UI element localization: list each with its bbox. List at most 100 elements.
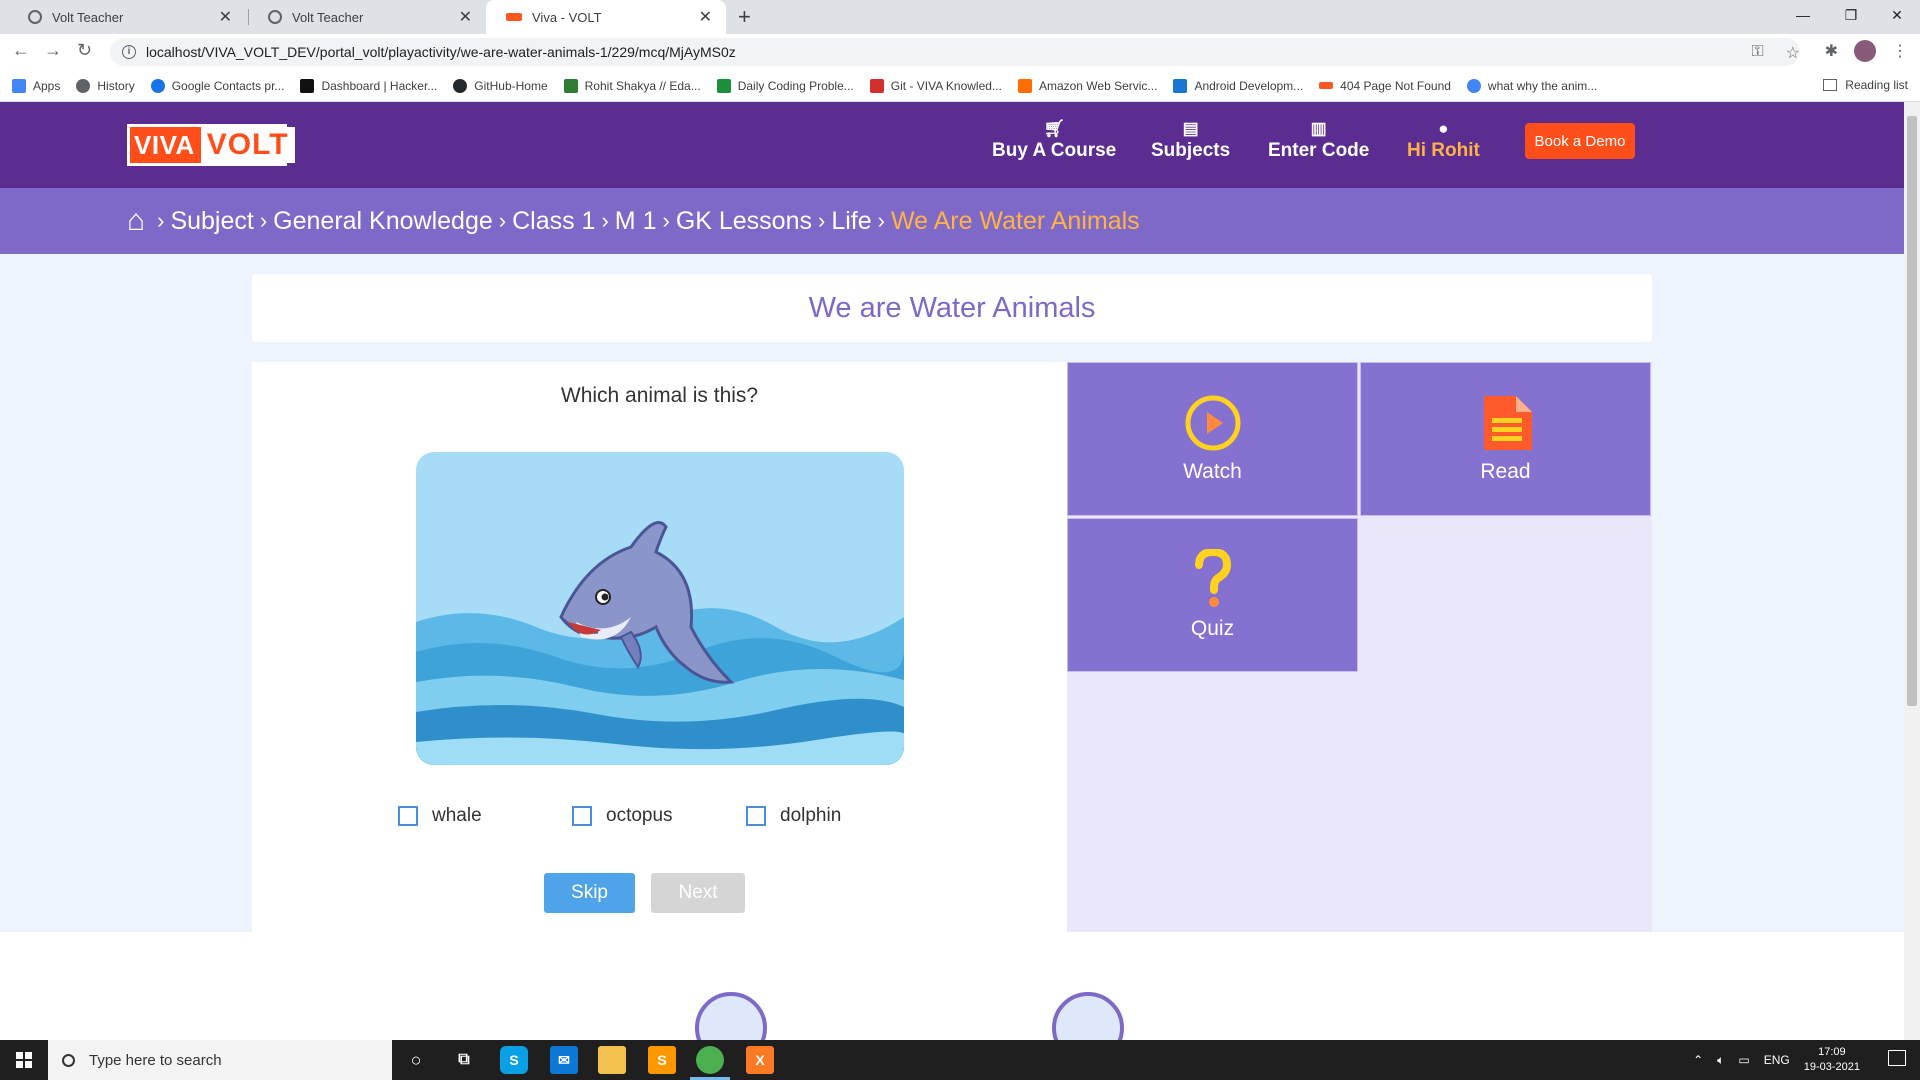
taskbar: Type here to search ○ ⧉ S ✉ S X ⌃ 🔈︎ ▭ E… xyxy=(0,1040,1920,1080)
bookmark-item[interactable]: GitHub-Home xyxy=(453,78,548,93)
cortana-icon[interactable]: ○ xyxy=(402,1046,430,1074)
book-icon: ▤ xyxy=(1182,119,1199,138)
globe-icon xyxy=(268,10,282,24)
date-text: 19-03-2021 xyxy=(1803,1061,1860,1073)
close-tab-icon[interactable]: ✕ xyxy=(219,7,232,27)
bookmark-history[interactable]: History xyxy=(76,78,135,93)
logo-viva-text: VIVA xyxy=(134,129,195,160)
address-bar-row: ← → ↻ i localhost/VIVA_VOLT_DEV/portal_v… xyxy=(0,34,1920,70)
bookmark-item[interactable]: 404 Page Not Found xyxy=(1319,79,1451,93)
mail-icon[interactable]: ✉ xyxy=(550,1046,578,1074)
breadcrumb: ⌂ › Subject › General Knowledge › Class 1 ›… xyxy=(0,188,1904,254)
nav-subjects[interactable]: ▤ Subjects xyxy=(1151,118,1230,162)
browser-tab-bar: Volt Teacher ✕ Volt Teacher ✕ Viva - VOL… xyxy=(0,0,1920,34)
barcode-icon: ▥ xyxy=(1310,119,1327,138)
google-icon xyxy=(1466,78,1481,93)
quiz-panel: Which animal is this? whale octopus dolp… xyxy=(252,362,1067,932)
chevron-up-icon[interactable]: ⌃ xyxy=(1693,1053,1703,1067)
breadcrumb-item[interactable]: Class 1 xyxy=(512,207,595,236)
bookmark-apps[interactable]: Apps xyxy=(12,78,60,93)
browser-tab[interactable]: Volt Teacher ✕ xyxy=(248,0,486,34)
breadcrumb-item[interactable]: General Knowledge xyxy=(273,207,493,236)
sublime-icon[interactable]: S xyxy=(648,1046,676,1074)
next-button[interactable]: Next xyxy=(651,873,745,913)
task-view-icon[interactable]: ⧉ xyxy=(450,1046,478,1074)
aws-icon xyxy=(1017,78,1032,93)
android-icon xyxy=(1173,78,1188,93)
browser-tab-active[interactable]: Viva - VOLT ✕ xyxy=(486,0,726,34)
bookmark-item[interactable]: Dashboard | Hacker... xyxy=(300,78,437,93)
breadcrumb-item[interactable]: GK Lessons xyxy=(676,207,812,236)
back-icon[interactable]: ← xyxy=(12,40,30,61)
volume-icon[interactable]: 🔈︎ xyxy=(1717,1053,1724,1068)
skype-icon[interactable]: S xyxy=(500,1046,528,1074)
scrollbar-thumb[interactable] xyxy=(1907,116,1917,706)
key-icon[interactable]: ⚿ xyxy=(1751,43,1763,63)
checkbox[interactable] xyxy=(398,806,418,826)
restore-button[interactable]: ❐ xyxy=(1828,0,1874,30)
site-header: VIVA VOLT 🛒︎ Buy A Course ▤ Subjects ▥ E… xyxy=(0,102,1904,188)
bookmark-item[interactable]: Daily Coding Proble... xyxy=(716,78,854,93)
star-icon[interactable]: ☆ xyxy=(1786,43,1800,63)
reading-list[interactable]: Reading list xyxy=(1823,78,1908,92)
page-scrollbar[interactable] xyxy=(1904,102,1920,1040)
checkbox[interactable] xyxy=(746,806,766,826)
notification-icon[interactable] xyxy=(1888,1050,1906,1066)
close-tab-icon[interactable]: ✕ xyxy=(699,7,712,27)
skip-button[interactable]: Skip xyxy=(544,873,635,913)
extensions-icon[interactable]: ✱ xyxy=(1825,41,1838,61)
tile-watch[interactable]: Watch xyxy=(1067,362,1358,516)
breadcrumb-item[interactable]: M 1 xyxy=(615,207,657,236)
tile-label: Watch xyxy=(1183,460,1242,483)
new-tab-button[interactable]: + xyxy=(738,4,751,30)
close-window-button[interactable]: ✕ xyxy=(1874,0,1920,30)
logo[interactable]: VIVA VOLT xyxy=(127,124,295,166)
breadcrumb-item[interactable]: Subject xyxy=(170,207,253,236)
nav-enter-code[interactable]: ▥ Enter Code xyxy=(1268,118,1369,162)
bookmark-item[interactable]: Rohit Shakya // Eda... xyxy=(563,78,701,93)
bookmark-item[interactable]: Amazon Web Servic... xyxy=(1017,78,1157,93)
history-icon xyxy=(76,78,91,93)
info-icon[interactable]: i xyxy=(122,45,136,59)
option-dolphin[interactable]: dolphin xyxy=(746,805,920,827)
checkbox[interactable] xyxy=(572,806,592,826)
reload-icon[interactable]: ↻ xyxy=(77,40,92,61)
nav-user[interactable]: ● Hi Rohit xyxy=(1407,118,1480,162)
bookmark-item[interactable]: Android Developm... xyxy=(1173,78,1303,93)
forward-icon[interactable]: → xyxy=(44,40,62,61)
taskbar-search[interactable]: Type here to search xyxy=(48,1040,392,1080)
book-demo-button[interactable]: Book a Demo xyxy=(1525,123,1635,159)
start-button[interactable] xyxy=(0,1040,48,1080)
network-icon[interactable]: ▭ xyxy=(1738,1053,1749,1067)
github-icon xyxy=(453,78,468,93)
nav-buy-course[interactable]: 🛒︎ Buy A Course xyxy=(992,118,1116,162)
breadcrumb-item[interactable]: Life xyxy=(831,207,871,236)
profile-avatar[interactable] xyxy=(1854,40,1876,62)
clock[interactable]: 17:09 19-03-2021 xyxy=(1804,1045,1860,1075)
activity-title: We are Water Animals xyxy=(252,274,1652,342)
gmail-icon xyxy=(869,78,884,93)
document-icon xyxy=(1483,396,1532,450)
tile-quiz[interactable]: Quiz xyxy=(1067,518,1358,672)
minimize-button[interactable]: — xyxy=(1780,0,1826,30)
tile-read[interactable]: Read xyxy=(1360,362,1651,516)
url-field[interactable]: i localhost/VIVA_VOLT_DEV/portal_volt/pl… xyxy=(110,38,1800,66)
option-octopus[interactable]: octopus xyxy=(572,805,746,827)
bookmark-item[interactable]: Google Contacts pr... xyxy=(150,78,284,93)
volt-icon xyxy=(1319,82,1334,89)
close-tab-icon[interactable]: ✕ xyxy=(459,7,472,27)
edabit-icon xyxy=(563,78,578,93)
system-tray: ⌃ 🔈︎ ▭ ENG 17:09 19-03-2021 xyxy=(1693,1040,1860,1080)
xampp-icon[interactable]: X xyxy=(746,1046,774,1074)
home-icon[interactable]: ⌂ xyxy=(127,204,145,238)
bookmark-item[interactable]: what why the anim... xyxy=(1466,78,1597,93)
search-icon xyxy=(62,1053,75,1067)
url-text: localhost/VIVA_VOLT_DEV/portal_volt/play… xyxy=(146,44,736,60)
browser-tab[interactable]: Volt Teacher ✕ xyxy=(8,0,246,34)
language-indicator[interactable]: ENG xyxy=(1764,1053,1790,1067)
menu-icon[interactable]: ⋮ xyxy=(1892,41,1908,61)
chrome-icon[interactable] xyxy=(696,1046,724,1074)
file-explorer-icon[interactable] xyxy=(598,1046,626,1074)
bookmark-item[interactable]: Git - VIVA Knowled... xyxy=(869,78,1002,93)
option-whale[interactable]: whale xyxy=(398,805,572,827)
